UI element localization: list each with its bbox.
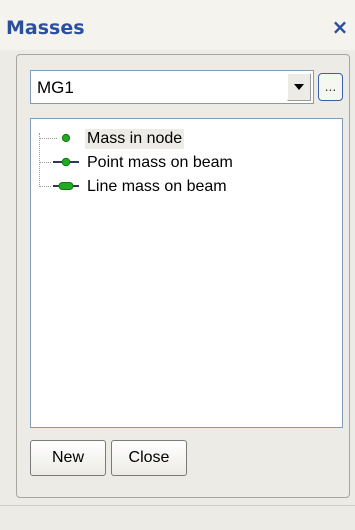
line-mass-beam-icon bbox=[53, 182, 79, 190]
mass-in-node-icon bbox=[61, 133, 71, 143]
panel-title: Masses bbox=[6, 17, 85, 39]
status-bar bbox=[0, 505, 355, 530]
tree-item-label: Point mass on beam bbox=[87, 154, 233, 171]
close-button[interactable]: Close bbox=[111, 440, 187, 476]
point-mass-beam-icon bbox=[53, 157, 79, 167]
browse-button[interactable]: ... bbox=[318, 73, 343, 101]
tree-item-mass-in-node[interactable]: Mass in node bbox=[31, 127, 331, 151]
masses-panel: Masses × MG1 ... Mass in node Point mass… bbox=[0, 0, 355, 530]
tree-item-line-mass-on-beam[interactable]: Line mass on beam bbox=[31, 175, 331, 199]
tree-item-label: Mass in node bbox=[85, 129, 185, 149]
panel-titlebar: Masses × bbox=[0, 0, 355, 50]
tree-item-label: Line mass on beam bbox=[87, 178, 227, 195]
tree-item-point-mass-on-beam[interactable]: Point mass on beam bbox=[31, 151, 331, 175]
mass-group-select[interactable]: MG1 bbox=[30, 70, 314, 104]
mass-type-tree[interactable]: Mass in node Point mass on beam Line mas… bbox=[30, 118, 343, 428]
new-button[interactable]: New bbox=[30, 440, 106, 476]
mass-group-value: MG1 bbox=[37, 78, 74, 97]
chevron-down-icon[interactable] bbox=[287, 73, 311, 101]
close-icon[interactable]: × bbox=[329, 16, 351, 38]
